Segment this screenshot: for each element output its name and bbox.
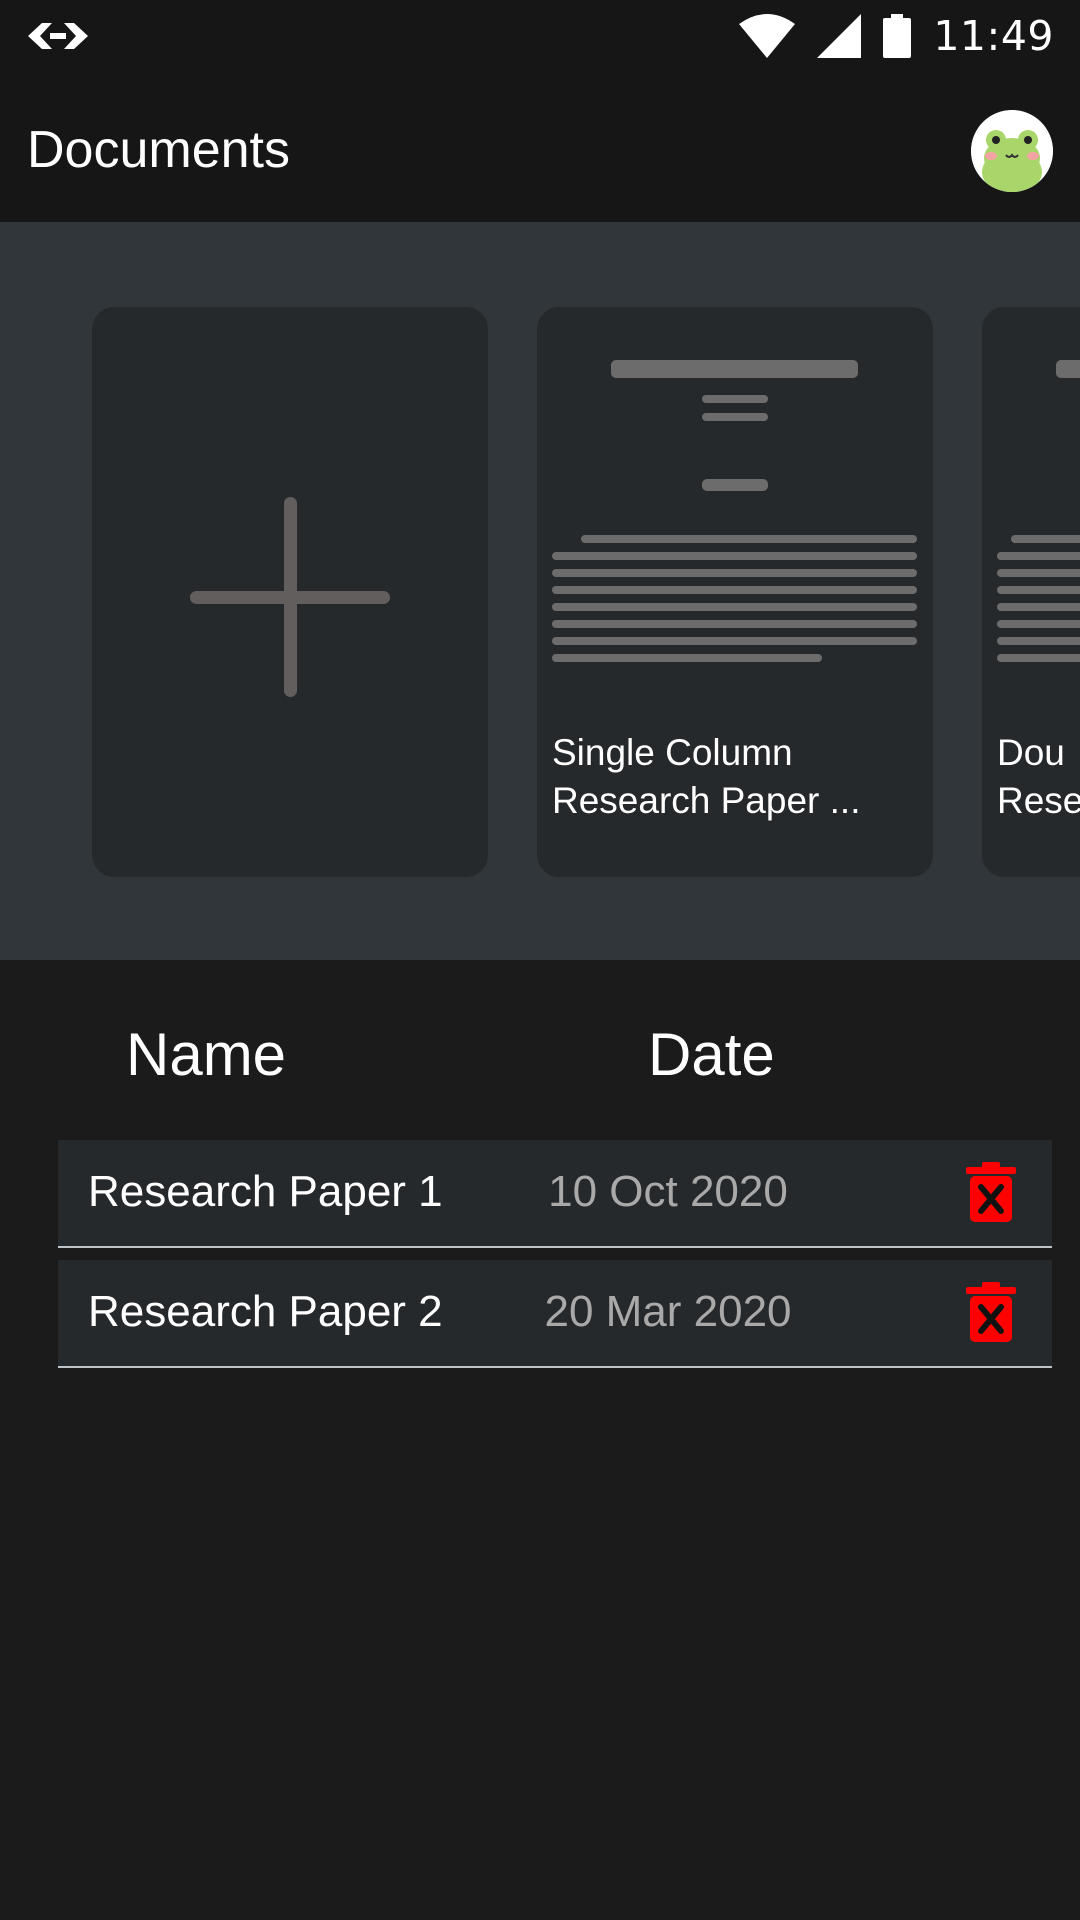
page-title: Documents: [27, 121, 290, 179]
battery-icon: [883, 14, 912, 58]
document-row[interactable]: Research Paper 2 20 Mar 2020: [58, 1260, 1052, 1368]
document-name: Research Paper 2: [88, 1287, 443, 1336]
document-row[interactable]: Research Paper 1 10 Oct 2020: [58, 1140, 1052, 1248]
new-document-card[interactable]: [92, 307, 488, 877]
cellular-signal-icon: [817, 14, 862, 58]
delete-icon[interactable]: [966, 1282, 1016, 1342]
wifi-icon: [739, 14, 796, 58]
template-label-line1: Single Column: [552, 732, 793, 773]
template-label: Dou Rese: [997, 729, 1080, 825]
template-label-line2: Research Paper ...: [552, 780, 861, 821]
template-label-line2: Rese: [997, 780, 1080, 821]
document-date: 20 Mar 2020: [544, 1287, 792, 1336]
delete-icon[interactable]: [966, 1162, 1016, 1222]
template-label-line1: Dou: [997, 732, 1065, 773]
template-carousel[interactable]: Single Column Research Paper ... Dou Res…: [0, 222, 1080, 960]
template-card-single-column[interactable]: Single Column Research Paper ...: [537, 307, 933, 877]
document-date: 10 Oct 2020: [548, 1167, 788, 1216]
status-bar: 11:49: [0, 0, 1080, 72]
frog-avatar-icon: [971, 110, 1053, 192]
status-time: 11:49: [933, 12, 1054, 60]
column-header-name[interactable]: Name: [126, 1020, 286, 1089]
avatar[interactable]: [971, 110, 1053, 192]
template-label: Single Column Research Paper ...: [552, 729, 922, 825]
column-header-date[interactable]: Date: [648, 1020, 775, 1089]
app-bar: Documents: [0, 72, 1080, 222]
template-card-double-column[interactable]: Dou Rese: [982, 307, 1080, 877]
document-name: Research Paper 1: [88, 1167, 443, 1216]
code-icon: [28, 23, 88, 49]
